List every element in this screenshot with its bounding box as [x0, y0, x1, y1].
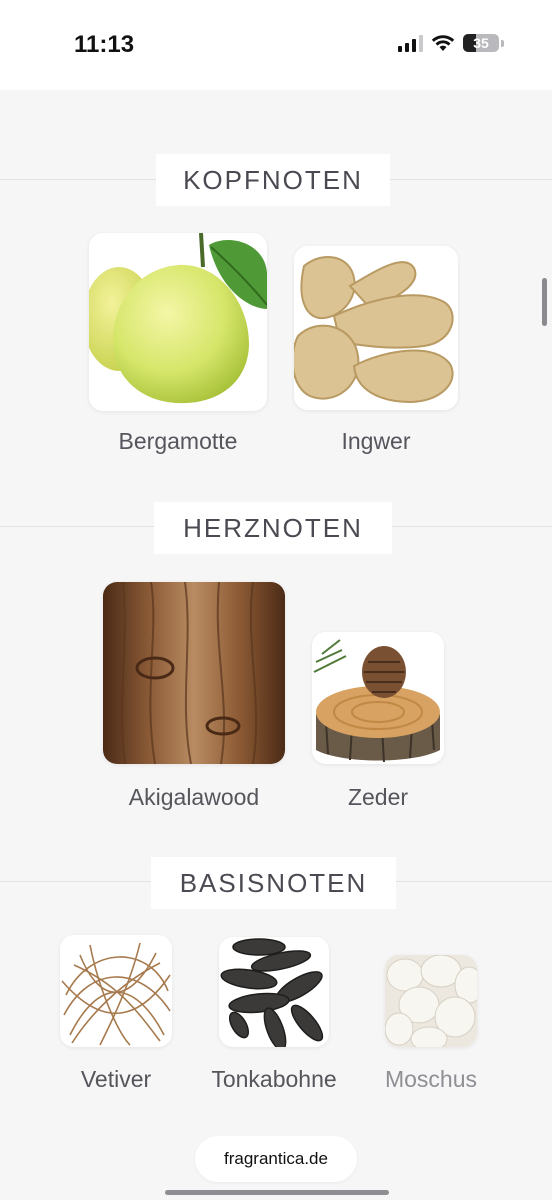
- note-image-zeder[interactable]: [312, 632, 444, 764]
- wood-texture-image: [103, 582, 285, 764]
- note-image-ingwer[interactable]: [294, 246, 458, 410]
- ginger-image: [294, 246, 458, 410]
- note-image-bergamotte[interactable]: [89, 233, 267, 411]
- status-icons: 35: [398, 34, 504, 52]
- battery-level: 35: [473, 35, 489, 51]
- note-label-tonkabohne[interactable]: Tonkabohne: [211, 1066, 336, 1093]
- note-label-moschus[interactable]: Moschus: [385, 1066, 477, 1093]
- note-label-akigalawood[interactable]: Akigalawood: [129, 784, 259, 811]
- site-address-pill[interactable]: fragrantica.de: [195, 1136, 357, 1182]
- vetiver-roots-image: [60, 935, 172, 1047]
- cedar-stump-image: [312, 632, 444, 764]
- scrollbar[interactable]: [542, 278, 547, 326]
- note-label-bergamotte[interactable]: Bergamotte: [119, 428, 238, 455]
- cellular-signal-icon: [398, 34, 423, 52]
- musk-image: [385, 955, 477, 1047]
- home-indicator[interactable]: [165, 1190, 389, 1195]
- battery-tip: [501, 39, 504, 47]
- battery-icon: 35: [463, 34, 499, 52]
- note-image-tonkabohne[interactable]: [219, 937, 329, 1047]
- note-image-akigalawood[interactable]: [103, 582, 285, 764]
- note-image-moschus[interactable]: [385, 955, 477, 1047]
- note-label-zeder[interactable]: Zeder: [348, 784, 408, 811]
- note-label-vetiver[interactable]: Vetiver: [81, 1066, 151, 1093]
- tonka-beans-image: [219, 937, 329, 1047]
- status-bar: 11:13 35: [0, 0, 552, 90]
- bergamot-image: [89, 233, 267, 411]
- note-image-vetiver[interactable]: [60, 935, 172, 1047]
- status-time: 11:13: [74, 31, 135, 58]
- section-heading-top-notes: KOPFNOTEN: [156, 154, 390, 206]
- wifi-icon: [431, 35, 455, 51]
- section-heading-base-notes: BASISNOTEN: [151, 857, 396, 909]
- section-heading-heart-notes: HERZNOTEN: [154, 502, 392, 554]
- note-label-ingwer[interactable]: Ingwer: [341, 428, 410, 455]
